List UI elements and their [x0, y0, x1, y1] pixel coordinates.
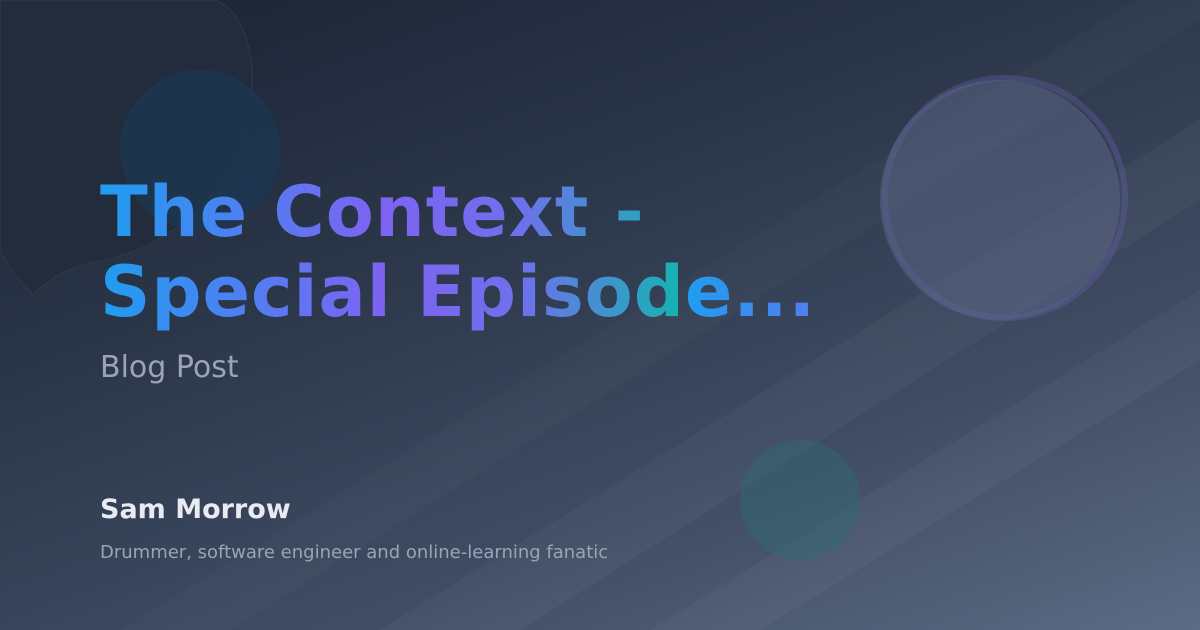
post-title-line-2: Special Episode...: [100, 251, 817, 333]
og-card: The Context - Special Episode... Blog Po…: [0, 0, 1200, 630]
author-bio: Drummer, software engineer and online-le…: [100, 542, 609, 563]
post-title: The Context - Special Episode...: [100, 172, 1100, 332]
post-title-line-1: The Context -: [100, 171, 645, 253]
post-category: Blog Post: [100, 350, 239, 385]
author-name: Sam Morrow: [100, 494, 291, 525]
